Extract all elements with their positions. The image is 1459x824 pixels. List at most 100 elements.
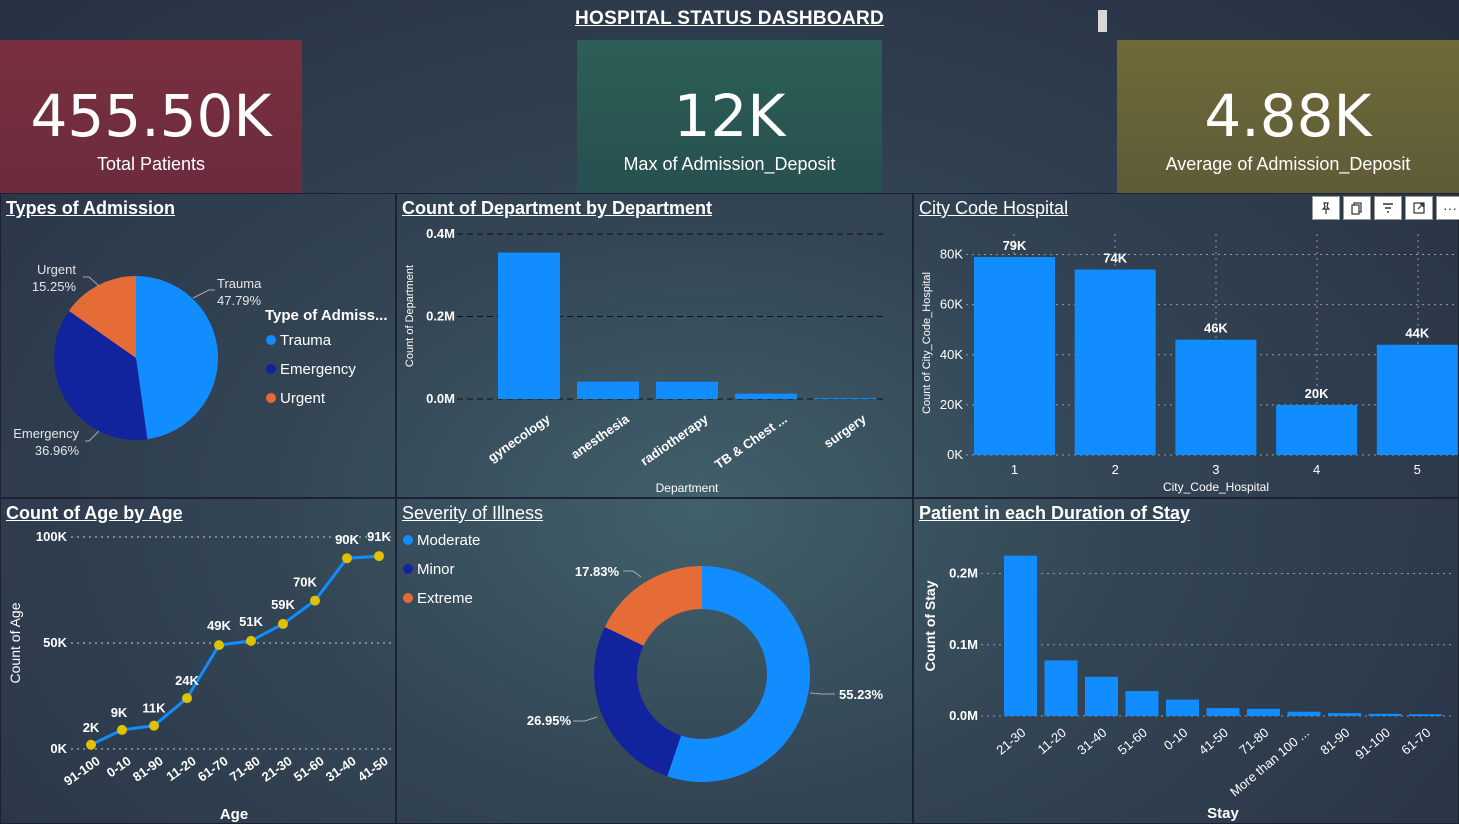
y-axis-title: Count of Stay xyxy=(922,580,938,671)
kpi-card-total-patients[interactable]: 455.50K Total Patients xyxy=(0,40,302,193)
x-tick-label: 81-90 xyxy=(130,753,166,784)
legend-item[interactable]: Minor xyxy=(417,561,455,578)
data-label: 11K xyxy=(142,701,166,716)
legend-marker xyxy=(266,393,276,403)
data-label: 51K xyxy=(239,614,263,629)
data-label: 91K xyxy=(367,529,391,544)
data-point xyxy=(117,724,127,735)
bar xyxy=(577,381,639,399)
kpi-card-average-admission-deposit[interactable]: 4.88K Average of Admission_Deposit xyxy=(1117,40,1459,193)
x-tick-label: 5 xyxy=(1414,462,1421,477)
bar xyxy=(1175,339,1257,455)
x-tick-label: 1 xyxy=(1011,462,1018,477)
stay-bar-chart[interactable]: 0.0M 0.1M 0.2M 21-30 11-20 31-40 51-60 0-10 41-5… xyxy=(914,499,1458,823)
x-tick-label: 11-20 xyxy=(163,753,198,784)
data-label: 20K xyxy=(1305,386,1329,401)
city-bar-chart[interactable]: 0K 20K 40K 60K 80K 79K 1 74K 2 46K 3 20K 4 44K 5 City_C… xyxy=(914,194,1458,497)
legend-item[interactable]: Trauma xyxy=(280,332,332,349)
bar xyxy=(1247,708,1280,716)
x-tick-label: 31-40 xyxy=(323,753,359,784)
slice-label-pct: 36.96% xyxy=(35,443,80,458)
x-tick-label: 41-50 xyxy=(1196,725,1231,758)
x-tick-label: 31-40 xyxy=(1074,725,1109,758)
bar xyxy=(656,381,718,399)
bar xyxy=(1368,713,1402,716)
data-point xyxy=(278,618,288,629)
x-tick-label: 2 xyxy=(1112,462,1119,477)
data-label: 70K xyxy=(293,575,317,590)
y-tick-label: 0K xyxy=(947,447,963,462)
data-label: 79K xyxy=(1003,238,1027,253)
y-tick-label: 0K xyxy=(50,741,67,756)
bar xyxy=(1004,555,1037,716)
leader-line xyxy=(192,289,215,299)
leader-line xyxy=(83,276,100,287)
city-code-hospital-visual[interactable]: City Code Hospital ··· 0K 20K 40K 60K 80K 79K… xyxy=(913,193,1459,498)
bar xyxy=(1125,691,1159,716)
severity-visual[interactable]: Severity of Illness Moderate Minor Extre… xyxy=(396,498,913,824)
department-bar-chart[interactable]: 0.0M 0.2M 0.4M gynecology anesthesia radiothe… xyxy=(397,194,912,497)
slice-label-name: Trauma xyxy=(217,276,262,291)
legend-marker xyxy=(403,593,413,603)
data-point xyxy=(182,693,192,704)
age-line-chart[interactable]: 0K 50K 100K 2K 91-100 9K 0-10 11K 81-90 24K 11-20 4… xyxy=(1,499,395,823)
y-tick-label: 80K xyxy=(940,247,963,262)
legend-item[interactable]: Moderate xyxy=(417,532,480,549)
kpi-label: Total Patients xyxy=(96,154,206,174)
x-tick-label: 0-10 xyxy=(1161,725,1191,753)
bar xyxy=(974,257,1055,455)
x-tick-label: 71-80 xyxy=(1236,725,1271,758)
x-tick-label: anesthesia xyxy=(568,411,632,462)
x-tick-label: 21-30 xyxy=(993,725,1028,758)
severity-donut-chart[interactable]: Moderate Minor Extreme 55.23% 26.95% 17.… xyxy=(397,499,912,823)
stay-duration-visual[interactable]: Patient in each Duration of Stay 0.0M 0.1… xyxy=(913,498,1459,824)
kpi-value: 455.50K xyxy=(30,82,272,150)
dashboard-title: HOSPITAL STATUS DASHBOARD xyxy=(574,8,885,29)
x-tick-label: 91-100 xyxy=(61,753,103,789)
page-marker xyxy=(1098,10,1107,32)
data-point xyxy=(246,635,256,646)
pie-slice xyxy=(594,626,682,777)
bar xyxy=(498,252,560,399)
kpi-card-max-admission-deposit[interactable]: 12K Max of Admission_Deposit xyxy=(577,40,882,193)
data-point xyxy=(214,640,224,651)
legend-item[interactable]: Urgent xyxy=(280,390,326,407)
y-tick-label: 0.0M xyxy=(426,391,455,406)
x-axis-title: Age xyxy=(220,806,248,823)
data-label: 24K xyxy=(175,673,199,688)
y-tick-label: 0.4M xyxy=(426,226,455,241)
x-tick-label: 51-60 xyxy=(291,753,327,784)
legend-item[interactable]: Extreme xyxy=(417,590,473,607)
x-tick-label: radiotherapy xyxy=(638,411,712,469)
age-count-visual[interactable]: Count of Age by Age 0K 50K 100K 2K 91-100 9K 0… xyxy=(0,498,396,824)
y-tick-label: 0.0M xyxy=(949,708,978,723)
data-label: 44K xyxy=(1405,326,1429,341)
leader-line xyxy=(623,570,642,578)
bar xyxy=(1376,344,1458,455)
leader-line xyxy=(809,692,835,695)
data-label: 49K xyxy=(207,618,231,633)
leader-line xyxy=(85,430,100,442)
x-tick-label: 61-70 xyxy=(1398,725,1433,758)
x-tick-label: 81-90 xyxy=(1317,725,1352,758)
x-tick-label: 91-100 xyxy=(1352,725,1393,763)
slice-label-name: Urgent xyxy=(37,262,76,277)
y-tick-label: 0.1M xyxy=(949,637,978,652)
data-label: 9K xyxy=(111,705,128,720)
legend-item[interactable]: Emergency xyxy=(280,361,356,378)
leader-line xyxy=(573,716,598,722)
bar xyxy=(1166,699,1199,716)
y-tick-label: 0.2M xyxy=(949,566,978,581)
department-count-visual[interactable]: Count of Department by Department 0.0M 0.… xyxy=(396,193,913,498)
admission-pie-chart[interactable]: Trauma 47.79% Emergency 36.96% Urgent 15… xyxy=(1,194,395,497)
data-point xyxy=(86,739,96,750)
bar xyxy=(735,393,797,399)
kpi-label: Max of Admission_Deposit xyxy=(623,154,836,174)
bar xyxy=(1206,708,1240,716)
slice-label-pct: 15.25% xyxy=(32,279,77,294)
data-label: 46K xyxy=(1204,321,1228,336)
slice-label-name: Emergency xyxy=(13,426,79,441)
bar xyxy=(1074,269,1156,455)
admission-types-visual[interactable]: Types of Admission Trauma 47.79% Emergen… xyxy=(0,193,396,498)
slice-label-pct: 47.79% xyxy=(217,293,262,308)
